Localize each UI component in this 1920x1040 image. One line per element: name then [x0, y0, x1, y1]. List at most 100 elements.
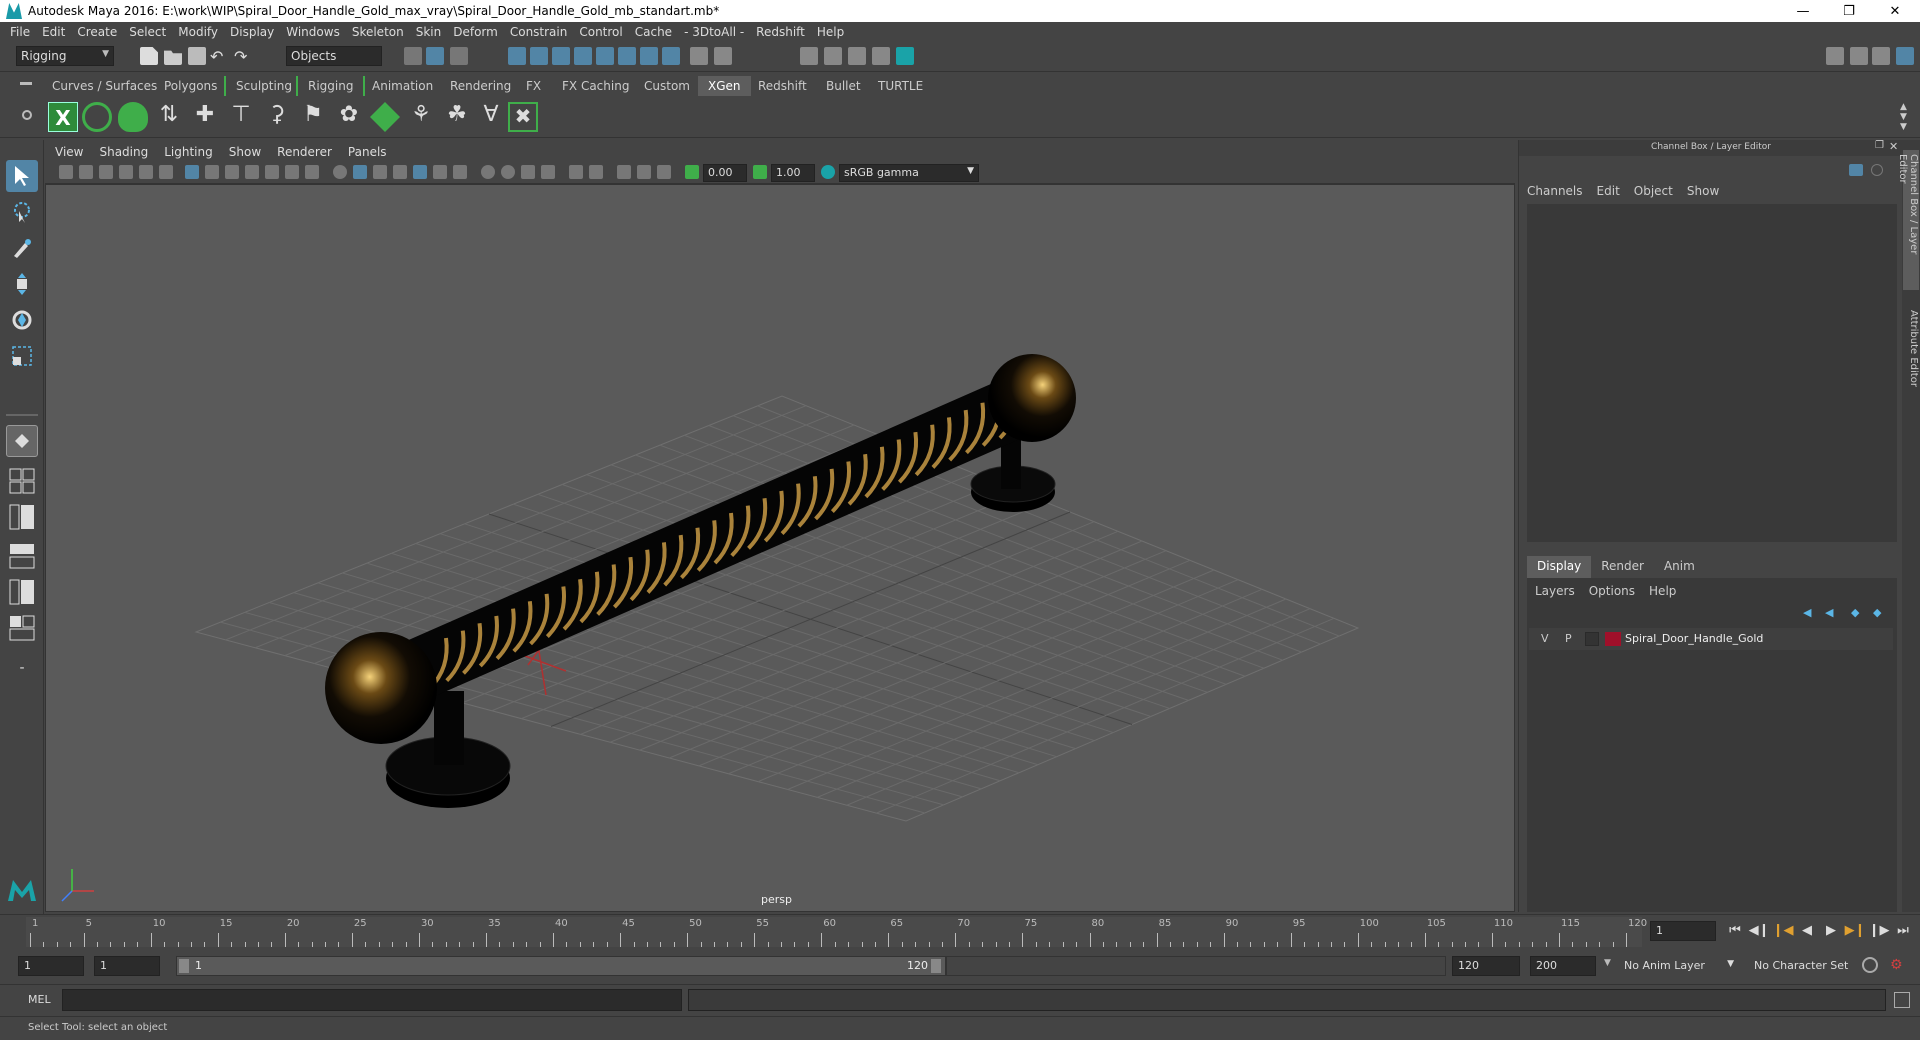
- new-scene-icon[interactable]: [140, 47, 158, 65]
- xgen-guides-icon[interactable]: ⇅: [154, 102, 184, 132]
- layer-menu-options[interactable]: Options: [1589, 584, 1635, 598]
- screen-space-ao-icon[interactable]: [481, 165, 495, 179]
- menu-set-dropdown[interactable]: Rigging ▼: [16, 46, 114, 66]
- layer-menu-help[interactable]: Help: [1649, 584, 1676, 598]
- persp-outliner-layout-icon[interactable]: [6, 501, 38, 533]
- grid-toggle-icon[interactable]: [185, 165, 199, 179]
- menu-skeleton[interactable]: Skeleton: [352, 25, 404, 39]
- bookmarks-icon[interactable]: [99, 165, 113, 179]
- shelf-tab-curves-surfaces[interactable]: Curves / Surfaces: [42, 76, 167, 96]
- smooth-shade-icon[interactable]: [353, 165, 367, 179]
- time-ruler[interactable]: 1 5 10 15 20 25 30 35 40 45 50 55 60 65 70 75 80 85 90 95 10…: [26, 917, 1647, 947]
- wireframe-on-shaded-icon[interactable]: [373, 165, 387, 179]
- snap-grid-icon[interactable]: [508, 47, 526, 65]
- persp-graph-layout-icon[interactable]: [6, 540, 38, 572]
- xgen-add-guide-icon[interactable]: ✚: [190, 102, 220, 132]
- layer-tab-anim[interactable]: Anim: [1654, 556, 1705, 578]
- snap-vertex-icon[interactable]: [618, 47, 636, 65]
- close-button[interactable]: ✕: [1872, 0, 1918, 22]
- shelf-tab-bullet[interactable]: Bullet: [816, 76, 871, 96]
- viewport-menu-lighting[interactable]: Lighting: [164, 145, 221, 159]
- menu-redshift[interactable]: Redshift: [756, 25, 805, 39]
- lock-icon[interactable]: [690, 47, 708, 65]
- xgen-lock-guide-icon[interactable]: ⚑: [298, 102, 328, 132]
- script-editor-icon[interactable]: [1894, 992, 1910, 1008]
- symmetry-icon[interactable]: [662, 47, 680, 65]
- menu-file[interactable]: File: [10, 25, 30, 39]
- menu-deform[interactable]: Deform: [453, 25, 498, 39]
- exposure-icon[interactable]: [685, 165, 699, 179]
- go-to-end-icon[interactable]: ⏭: [1894, 921, 1912, 939]
- ipr-render-icon[interactable]: [824, 47, 842, 65]
- channel-box-menu-object[interactable]: Object: [1634, 184, 1673, 198]
- side-tab-attribute-editor[interactable]: Attribute Editor: [1903, 306, 1919, 416]
- play-forwards-icon[interactable]: ▶: [1822, 921, 1840, 939]
- shelf-tab-polygons[interactable]: Polygons: [154, 76, 227, 96]
- play-backwards-icon[interactable]: ◀: [1798, 921, 1816, 939]
- shadows-icon[interactable]: [453, 165, 467, 179]
- layer-playback-toggle[interactable]: P: [1565, 632, 1572, 645]
- save-scene-icon[interactable]: [188, 47, 206, 65]
- go-to-start-icon[interactable]: ⏮: [1726, 921, 1744, 939]
- paint-select-tool-icon[interactable]: [6, 232, 38, 264]
- xgen-layers-icon[interactable]: [370, 102, 400, 132]
- shelf-menu-icon[interactable]: [20, 82, 32, 85]
- resolution-gate-icon[interactable]: [225, 165, 239, 179]
- shelf-tab-turtle[interactable]: TURTLE: [868, 76, 933, 96]
- hypershade-icon[interactable]: [872, 47, 890, 65]
- layer-visibility-toggle[interactable]: V: [1541, 632, 1549, 645]
- shelf-settings-icon[interactable]: [22, 110, 32, 120]
- channel-box-menu-channels[interactable]: Channels: [1527, 184, 1583, 198]
- layer-row[interactable]: V P Spiral_Door_Handle_Gold: [1529, 628, 1893, 650]
- command-language-label[interactable]: MEL: [28, 993, 51, 1006]
- scale-tool-icon[interactable]: [6, 340, 38, 372]
- layer-name[interactable]: Spiral_Door_Handle_Gold: [1625, 632, 1763, 645]
- layer-color-swatch[interactable]: [1605, 632, 1621, 646]
- rotate-tool-icon[interactable]: [6, 304, 38, 336]
- xgen-brush-icon[interactable]: ∀: [476, 102, 506, 132]
- xgen-preview-icon[interactable]: [82, 102, 112, 132]
- menu-cache[interactable]: Cache: [635, 25, 672, 39]
- step-back-frame-icon[interactable]: ◀❙: [1749, 921, 1770, 939]
- xgen-delete-icon[interactable]: ✖: [508, 102, 538, 132]
- command-input[interactable]: [62, 989, 682, 1011]
- snap-view-plane-icon[interactable]: [574, 47, 592, 65]
- shelf-scroll-icon[interactable]: ▲ ▼ ▼: [1900, 102, 1910, 132]
- film-gate-icon[interactable]: [205, 165, 219, 179]
- custom-layout-icon[interactable]: -: [6, 652, 38, 684]
- motion-blur-icon[interactable]: [501, 165, 515, 179]
- camera-attributes-icon[interactable]: [79, 165, 93, 179]
- open-scene-icon[interactable]: [164, 50, 182, 65]
- four-view-layout-icon[interactable]: [6, 465, 38, 497]
- input-ops-icon[interactable]: [714, 47, 732, 65]
- lights-icon[interactable]: [433, 165, 447, 179]
- create-empty-layer-icon[interactable]: ◆: [1851, 606, 1859, 619]
- depth-of-field-icon[interactable]: [541, 165, 555, 179]
- layer-tab-render[interactable]: Render: [1591, 556, 1654, 578]
- select-components-icon[interactable]: [450, 47, 468, 65]
- isolate-select-icon[interactable]: [569, 165, 583, 179]
- move-layer-up-icon[interactable]: ◀: [1803, 606, 1811, 619]
- safe-action-icon[interactable]: [285, 165, 299, 179]
- color-space-dropdown[interactable]: sRGB gamma ▼: [839, 164, 979, 182]
- xray-joints-icon[interactable]: [589, 165, 603, 179]
- shelf-tab-rendering[interactable]: Rendering: [440, 76, 521, 96]
- perspective-viewport[interactable]: persp: [45, 184, 1515, 912]
- xgen-editor-icon[interactable]: X: [48, 102, 78, 132]
- end-time-field[interactable]: 200: [1530, 956, 1596, 976]
- wireframe-icon[interactable]: [333, 165, 347, 179]
- single-perspective-layout-icon[interactable]: [6, 425, 38, 457]
- range-handle-right[interactable]: [931, 959, 941, 973]
- maximize-button[interactable]: ❐: [1826, 0, 1872, 22]
- channel-box-manipulator-icon[interactable]: [1849, 164, 1863, 176]
- redo-icon[interactable]: ↷: [234, 47, 252, 66]
- side-tab-channel-box[interactable]: Channel Box / Layer Editor: [1897, 150, 1919, 290]
- snap-edge-icon[interactable]: [640, 47, 658, 65]
- color-management-icon[interactable]: [821, 165, 835, 179]
- layer-menu-layers[interactable]: Layers: [1535, 584, 1575, 598]
- xray-active-icon[interactable]: [617, 165, 631, 179]
- minimize-button[interactable]: —: [1780, 0, 1826, 22]
- channel-box-menu-edit[interactable]: Edit: [1597, 184, 1620, 198]
- menu-create[interactable]: Create: [77, 25, 117, 39]
- lasso-tool-icon[interactable]: [6, 196, 38, 228]
